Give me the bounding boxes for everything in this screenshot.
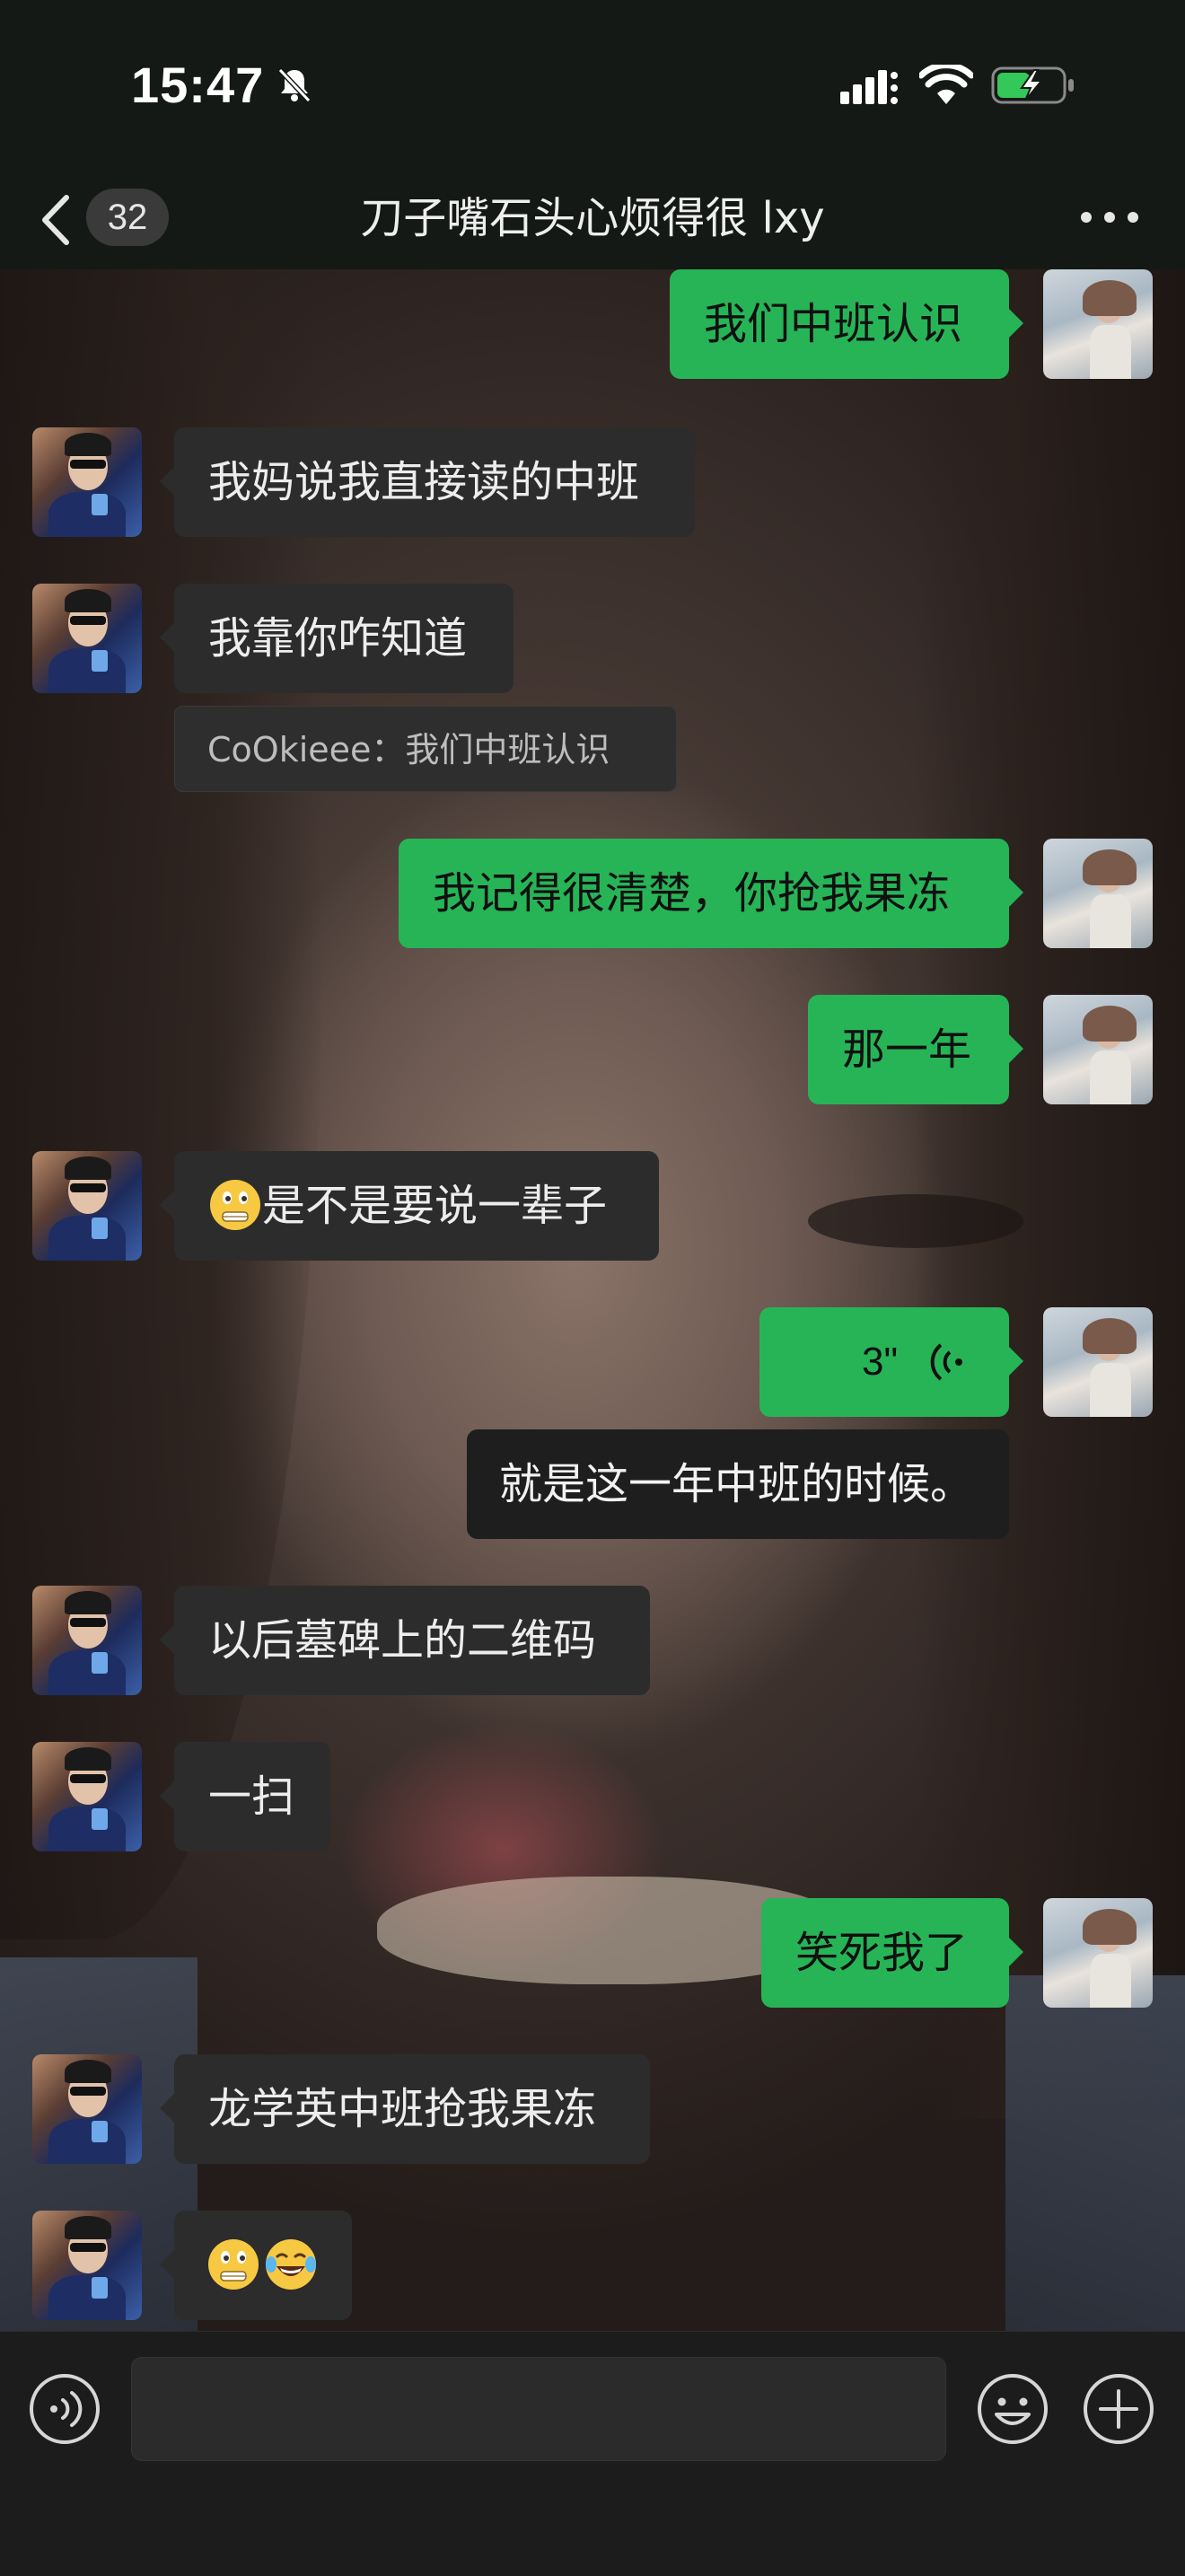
avatar-self[interactable] [1043, 1898, 1153, 2008]
background-photo-detail [1005, 1975, 1185, 2331]
voice-transcript[interactable]: 就是这一年中班的时候。 [467, 1429, 1009, 1539]
background-photo-hair [916, 269, 1185, 2119]
grimacing-face-icon [210, 1180, 260, 1230]
avatar-friend[interactable] [32, 1742, 142, 1851]
plus-icon[interactable] [1081, 2371, 1156, 2447]
signal-icon [840, 70, 898, 104]
voice-input-icon[interactable] [27, 2371, 102, 2447]
avatar-self[interactable] [1043, 1307, 1153, 1417]
tears-of-joy-face-icon [266, 2239, 316, 2290]
voice-wave-icon [930, 1343, 962, 1381]
avatar-self[interactable] [1043, 269, 1153, 379]
input-bar [0, 2331, 1185, 2576]
message-bubble[interactable] [160, 2211, 352, 2320]
unread-badge[interactable]: 32 [86, 189, 169, 246]
avatar-friend[interactable] [32, 427, 142, 537]
chat-title: 刀子嘴石头心烦得很 lxy [360, 193, 825, 243]
message-bubble[interactable]: 以后墓碑上的二维码 [160, 1586, 650, 1695]
wifi-icon [919, 65, 973, 104]
message-bubble[interactable]: 我们中班认识 [670, 269, 1023, 379]
chat-header: 32 刀子嘴石头心烦得很 lxy [0, 171, 1185, 270]
message-bubble[interactable]: 一扫 [160, 1742, 330, 1851]
message-bubble[interactable]: 笑死我了 [761, 1898, 1023, 2008]
avatar-friend[interactable] [32, 2211, 142, 2320]
voice-duration: 3" [862, 1340, 899, 1384]
back-chevron-icon[interactable] [36, 189, 79, 251]
status-bar: 15:47 [0, 0, 1185, 171]
battery-charging-icon [991, 66, 1074, 104]
avatar-self[interactable] [1043, 995, 1153, 1104]
grimacing-face-icon [208, 2239, 259, 2290]
avatar-friend[interactable] [32, 1586, 142, 1695]
avatar-friend[interactable] [32, 2054, 142, 2164]
avatar-friend[interactable] [32, 1151, 142, 1261]
message-bubble[interactable]: 我靠你咋知道 [160, 584, 514, 693]
message-bubble[interactable]: 龙学英中班抢我果冻 [160, 2054, 650, 2164]
bell-slash-icon [277, 67, 312, 103]
message-bubble[interactable]: 那一年 [808, 995, 1023, 1104]
message-text: 是不是要说一辈子 [262, 1181, 608, 1231]
more-dots-icon[interactable] [1077, 207, 1142, 228]
avatar-friend[interactable] [32, 584, 142, 693]
message-list[interactable]: 我们中班认识 我妈说我直接读的中班 我靠你咋知道 CoOkieee：我们中班认识 [0, 269, 1185, 2331]
message-bubble[interactable]: 我妈说我直接读的中班 [160, 427, 695, 537]
background-photo-detail [808, 1194, 1023, 1248]
message-bubble[interactable]: 是不是要说一辈子 [160, 1151, 659, 1261]
avatar-self[interactable] [1043, 839, 1153, 948]
status-time: 15:47 [131, 57, 265, 113]
quoted-message[interactable]: CoOkieee：我们中班认识 [174, 706, 677, 792]
emoji-icon[interactable] [975, 2371, 1050, 2447]
message-input[interactable] [131, 2357, 946, 2461]
voice-message[interactable]: 3" [759, 1307, 1023, 1417]
message-bubble[interactable]: 我记得很清楚，你抢我果冻 [399, 839, 1023, 948]
